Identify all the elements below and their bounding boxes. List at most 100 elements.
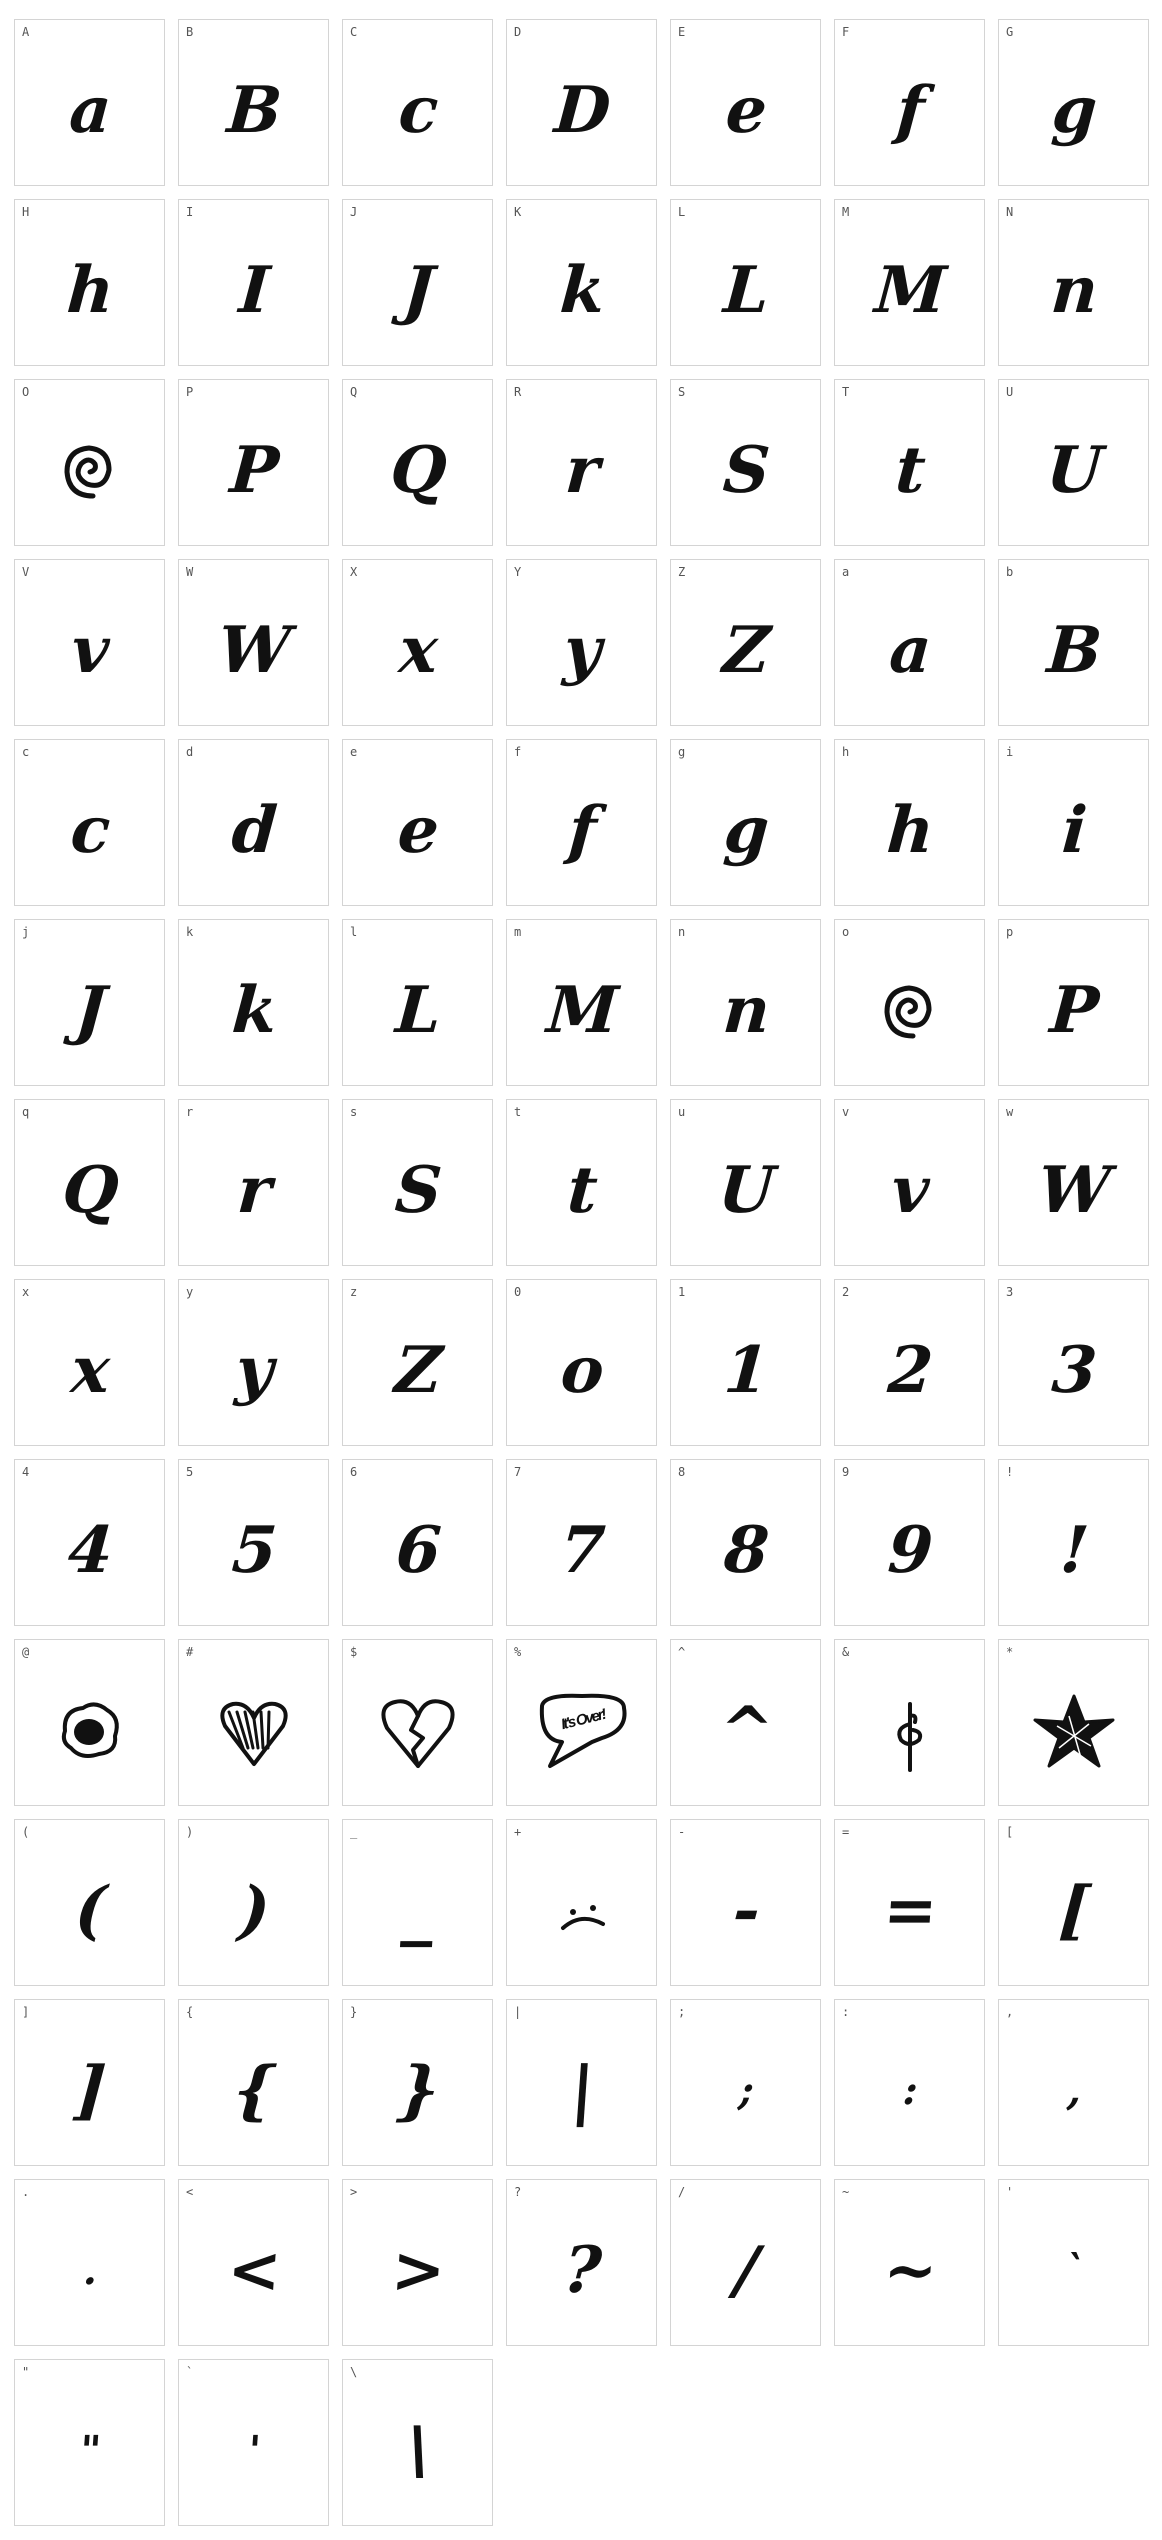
glyph-cell: LL (670, 199, 821, 366)
glyph-sample: e (395, 792, 440, 868)
glyph-cell-label: + (514, 1825, 522, 1839)
glyph-cell-label: t (514, 1105, 522, 1119)
glyph-cell: ZZ (670, 559, 821, 726)
glyph-cell: )) (178, 1819, 329, 1986)
glyph-cell: Cc (342, 19, 493, 186)
glyph-cell: Ee (670, 19, 821, 186)
glyph-cell-label: e (350, 745, 358, 759)
glyph-cell-label: x (22, 1285, 30, 1299)
glyph-sample: Q (388, 432, 448, 508)
glyph-cell: cc (14, 739, 165, 906)
glyph-cell-label: ` (186, 2365, 194, 2379)
glyph-cell: ^ ^ (670, 1639, 821, 1806)
glyph-cell-label: I (186, 205, 194, 219)
glyph-sample: x (396, 612, 439, 688)
glyph-sample: n (720, 972, 771, 1048)
glyph-sample: ` (1062, 2246, 1085, 2294)
glyph-sample: 7 (557, 1512, 606, 1588)
glyph-cell-label: 1 (678, 1285, 686, 1299)
glyph-cell: ff (506, 739, 657, 906)
glyph-cell: dd (178, 739, 329, 906)
glyph-sample: W (1035, 1152, 1112, 1228)
glyph-cell: Vv (14, 559, 165, 726)
glyph-cell: " " (14, 2359, 165, 2526)
glyph-sample: > (389, 2232, 446, 2308)
glyph-sample: . (81, 2246, 98, 2294)
glyph-sample: y (233, 1332, 274, 1408)
glyph-cell: = = (834, 1819, 985, 1986)
glyph-sample: U (716, 1152, 776, 1228)
glyph-sample: Z (720, 612, 771, 688)
glyph-cell-label: 4 (22, 1465, 30, 1479)
glyph-cell: UU (998, 379, 1149, 546)
glyph-cell: tt (506, 1099, 657, 1266)
glyph-cell-label: h (842, 745, 850, 759)
glyph-cell: O (14, 379, 165, 546)
glyph-cell-label: b (1006, 565, 1014, 579)
heart-hatched-icon (179, 1668, 328, 1793)
glyph-cell-label: [ (1006, 1825, 1014, 1839)
glyph-cell-label: N (1006, 205, 1014, 219)
spiral-icon (15, 408, 164, 533)
glyph-cell-label: & (842, 1645, 850, 1659)
glyph-cell: SS (670, 379, 821, 546)
glyph-cell-label: D (514, 25, 522, 39)
glyph-cell: % It's Over! (506, 1639, 657, 1806)
glyph-cell-label: i (1006, 745, 1014, 759)
glyph-cell: [[ (998, 1819, 1149, 1986)
glyph-sample: 8 (721, 1512, 770, 1588)
scribble-star-icon (999, 1668, 1148, 1793)
glyph-sample: Z (392, 1332, 443, 1408)
glyph-sample: k (557, 252, 606, 328)
glyph-cell: mM (506, 919, 657, 1086)
glyph-sample: W (215, 612, 292, 688)
glyph-cell-label: p (1006, 925, 1014, 939)
glyph-cell-label: . (22, 2185, 30, 2199)
glyph-cell-label: m (514, 925, 522, 939)
glyph-cell: | | (506, 1999, 657, 2166)
glyph-cell-label: f (514, 745, 522, 759)
glyph-sample: g (1049, 72, 1098, 148)
glyph-sample: 6 (393, 1512, 442, 1588)
glyph-cell: ` ' (178, 2359, 329, 2526)
glyph-cell: rr (178, 1099, 329, 1266)
spiral-icon (835, 948, 984, 1073)
glyph-cell: & (834, 1639, 985, 1806)
glyph-cell: wW (998, 1099, 1149, 1266)
glyph-cell-label: ? (514, 2185, 522, 2199)
glyph-cell: }} (342, 1999, 493, 2166)
glyph-cell: Tt (834, 379, 985, 546)
glyph-sample: [ (1056, 1872, 1091, 1948)
glyph-sample: = (881, 1872, 938, 1948)
glyph-sample: t (565, 1152, 598, 1228)
glyph-sample: _ (399, 1872, 436, 1948)
glyph-sample: g (721, 792, 770, 868)
glyph-sample: - (730, 1872, 761, 1948)
glyph-cell: zZ (342, 1279, 493, 1446)
glyph-cell: Nn (998, 199, 1149, 366)
glyph-grid: AaBBCcDDEeFfGgHhIIJJKkLLMMNnOPPQQRrSSTtU… (14, 19, 1149, 2526)
speech-bubble-icon: It's Over! (507, 1668, 656, 1793)
glyph-sample: f (894, 72, 925, 148)
glyph-cell-label: V (22, 565, 30, 579)
sad-face-icon (507, 1848, 656, 1973)
glyph-sample: x (68, 1332, 111, 1408)
glyph-cell-label: w (1006, 1105, 1014, 1119)
glyph-sample: ^ (717, 1692, 774, 1768)
glyph-cell-label: ; (678, 2005, 686, 2019)
glyph-cell: 99 (834, 1459, 985, 1626)
glyph-sample: ; (737, 2066, 754, 2114)
glyph-cell-label: U (1006, 385, 1014, 399)
glyph-sample: i (1059, 792, 1088, 868)
glyph-cell-label: J (350, 205, 358, 219)
glyph-cell: Aa (14, 19, 165, 186)
glyph-cell-label: B (186, 25, 194, 39)
glyph-cell-label: s (350, 1105, 358, 1119)
glyph-cell: Ff (834, 19, 985, 186)
glyph-sample: d (229, 792, 278, 868)
glyph-cell: -- (670, 1819, 821, 1986)
glyph-cell: # (178, 1639, 329, 1806)
glyph-cell-label: o (842, 925, 850, 939)
glyph-cell: II (178, 199, 329, 366)
glyph-cell: nn (670, 919, 821, 1086)
